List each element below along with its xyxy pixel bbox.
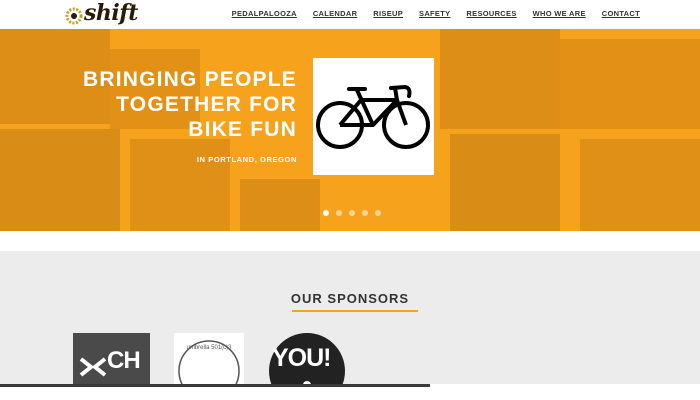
hero-banner: BRINGING PEOPLE TOGETHER FOR BIKE FUN IN… xyxy=(0,29,700,231)
carousel-dot-4[interactable] xyxy=(362,210,368,216)
nav-safety[interactable]: SAFETY xyxy=(419,9,450,18)
ch-logo-text: CH xyxy=(107,347,141,374)
heading-underline xyxy=(292,310,418,312)
hero-title-line-3: BIKE FUN xyxy=(188,118,297,141)
hero-title-line-1: BRINGING PEOPLE xyxy=(82,68,297,91)
carousel-dot-3[interactable] xyxy=(349,210,355,216)
you-logo-text: YOU! xyxy=(272,344,331,372)
horizontal-scrollbar[interactable] xyxy=(0,384,430,387)
hero-image-box xyxy=(313,58,434,175)
nav-riseup[interactable]: RISEUP xyxy=(373,9,403,18)
sponsors-heading: OUR SPONSORS xyxy=(290,291,410,306)
gear-icon xyxy=(65,7,83,25)
logo-text: shift xyxy=(84,0,138,26)
hero-text-block: BRINGING PEOPLE TOGETHER FOR BIKE FUN IN… xyxy=(83,67,297,164)
nav-calendar[interactable]: CALENDAR xyxy=(313,9,357,18)
carousel-dot-2[interactable] xyxy=(336,210,342,216)
main-nav: PEDALPALOOZA CALENDAR RISEUP SAFETY RESO… xyxy=(232,9,640,18)
nav-resources[interactable]: RESOURCES xyxy=(466,9,516,18)
nav-contact[interactable]: CONTACT xyxy=(602,9,640,18)
nav-who-we-are[interactable]: WHO WE ARE xyxy=(533,9,586,18)
shift-logo[interactable]: shift xyxy=(62,0,142,28)
carousel-dots xyxy=(323,210,381,216)
section-spacer xyxy=(0,231,700,251)
ch-mark-icon xyxy=(79,357,107,377)
carousel-dot-5[interactable] xyxy=(375,210,381,216)
page-bottom-edge xyxy=(0,384,700,400)
hero-title-line-2: TOGETHER FOR xyxy=(116,93,297,116)
site-header: shift PEDALPALOOZA CALENDAR RISEUP SAFET… xyxy=(0,0,700,29)
umbrella-logo-text: umbrella 501(c)3 xyxy=(186,345,232,351)
bicycle-icon xyxy=(316,84,430,149)
hero-subtitle: IN PORTLAND, OREGON xyxy=(196,155,297,164)
nav-pedalpalooza[interactable]: PEDALPALOOZA xyxy=(232,9,297,18)
sponsors-section: OUR SPONSORS CH umbrella 501(c)3 YOU! xyxy=(0,251,700,400)
carousel-dot-1[interactable] xyxy=(323,210,329,216)
